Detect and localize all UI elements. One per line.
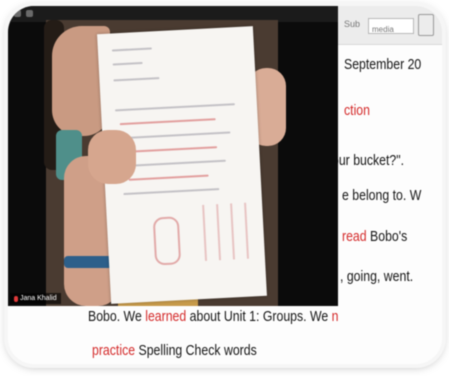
toolbar-field[interactable]: media (368, 18, 414, 34)
window-control-icon[interactable] (14, 10, 21, 17)
doc-line-8: practice Spelling Check words (92, 342, 257, 359)
window-control-icon[interactable] (26, 10, 33, 17)
toolbar-label: Sub (344, 19, 361, 29)
doc-line-6: , going, went. (340, 268, 414, 285)
document-toolbar: Sub media (338, 6, 442, 45)
paper-drawing (152, 216, 182, 266)
document-icon[interactable] (418, 14, 434, 36)
doc-line-heading: ction (344, 102, 370, 119)
doc-line-7: Bobo. We learned about Unit 1: Groups. W… (88, 308, 339, 325)
participant-left-hand (88, 130, 136, 184)
participant-name: Jana Khalid (20, 295, 57, 302)
doc-line-date: September 20 (344, 56, 422, 73)
doc-line-5: read Bobo's (342, 228, 408, 245)
muted-mic-icon (14, 295, 18, 302)
screenshot-card: Sub media September 20 ction our bucket?… (8, 6, 442, 364)
toolbar-field-text: media (372, 25, 394, 34)
doc-line-3: our bucket?". (332, 152, 405, 169)
participant-name-tag: Jana Khalid (10, 293, 61, 304)
doc-line-4: e belong to. W (342, 187, 422, 204)
video-feed[interactable]: Jana Khalid (8, 6, 338, 306)
